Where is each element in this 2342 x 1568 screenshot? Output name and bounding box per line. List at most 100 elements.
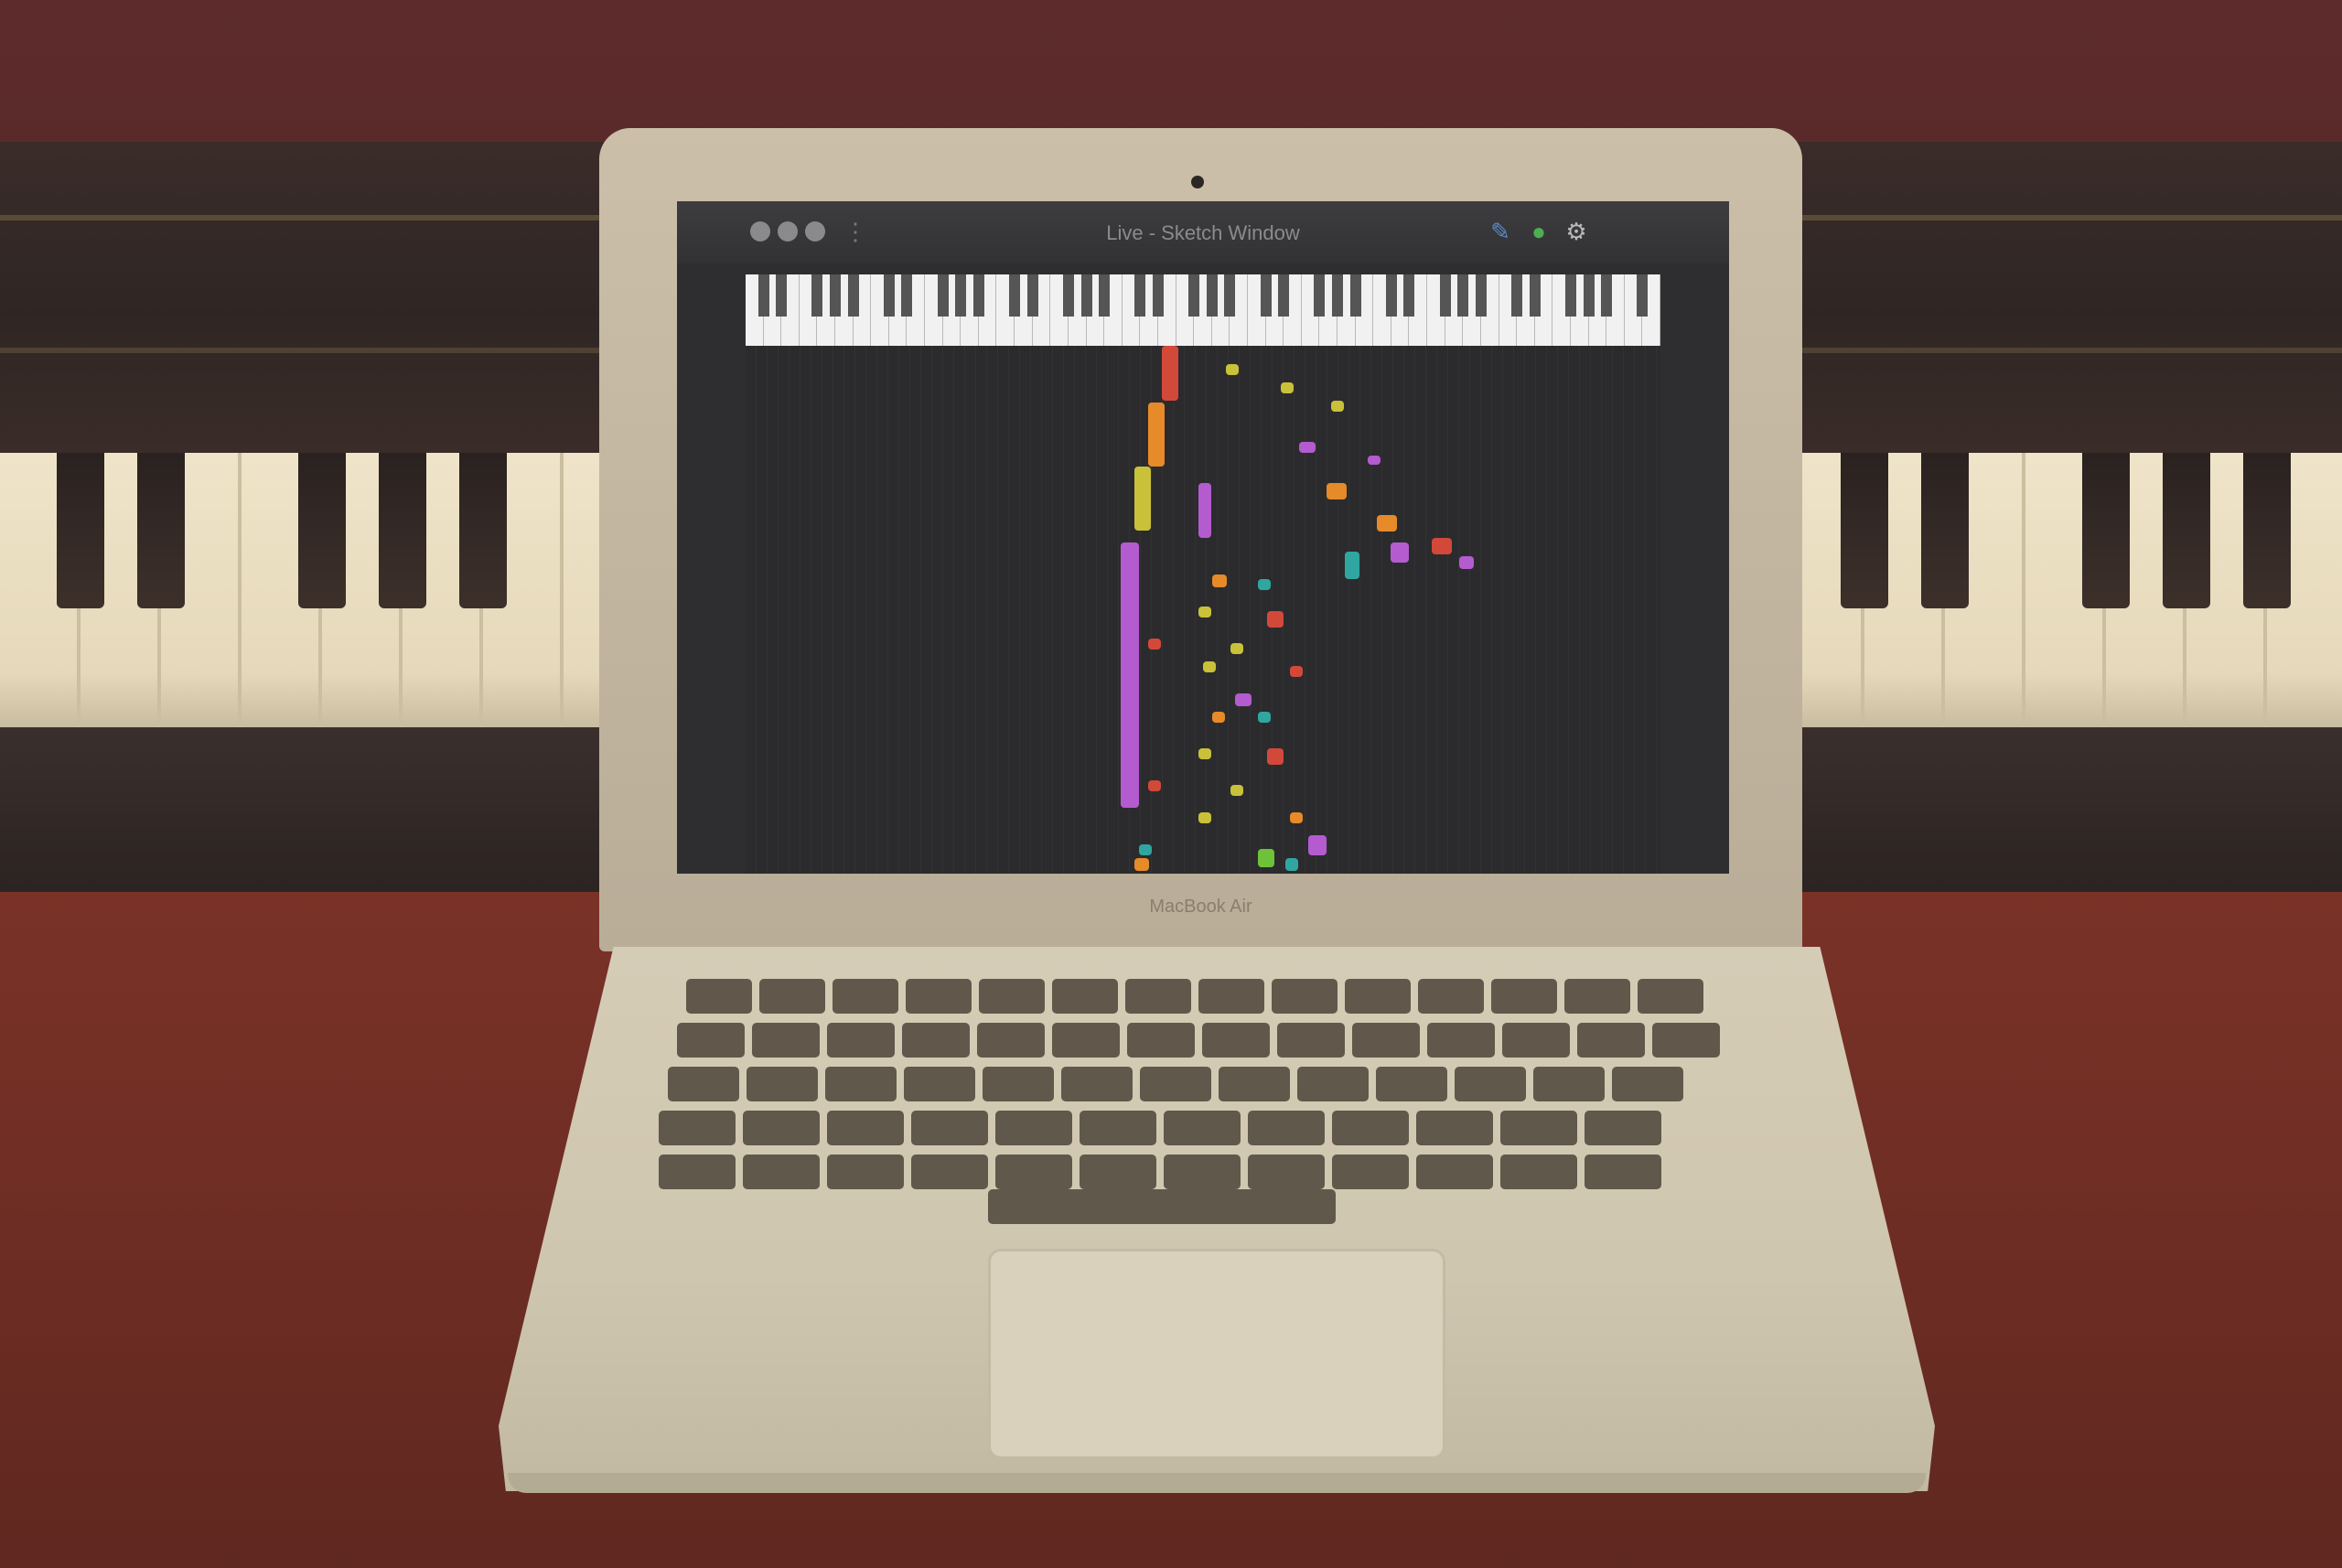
virtual-black-key[interactable] <box>1439 274 1451 317</box>
virtual-black-key[interactable] <box>1188 274 1200 317</box>
keyboard-key[interactable] <box>995 1155 1072 1189</box>
keyboard-key[interactable] <box>1491 979 1557 1014</box>
virtual-black-key[interactable] <box>937 274 949 317</box>
keyboard-key[interactable] <box>752 1023 820 1058</box>
virtual-black-key[interactable] <box>972 274 984 317</box>
virtual-black-key[interactable] <box>1403 274 1415 317</box>
keyboard-key[interactable] <box>747 1067 818 1101</box>
keyboard-key[interactable] <box>906 979 972 1014</box>
keyboard-key[interactable] <box>743 1111 820 1145</box>
keyboard-key[interactable] <box>1202 1023 1270 1058</box>
keyboard-key[interactable] <box>1125 979 1191 1014</box>
share-icon[interactable]: ✎ <box>1487 218 1514 245</box>
keyboard-key[interactable] <box>1164 1155 1241 1189</box>
keyboard-key[interactable] <box>1164 1111 1241 1145</box>
keyboard-key[interactable] <box>1427 1023 1495 1058</box>
keyboard-key[interactable] <box>911 1111 988 1145</box>
virtual-black-key[interactable] <box>883 274 895 317</box>
settings-icon[interactable]: ⚙ <box>1563 218 1590 245</box>
virtual-black-key[interactable] <box>811 274 823 317</box>
virtual-black-key[interactable] <box>1134 274 1146 317</box>
virtual-black-key[interactable] <box>1583 274 1595 317</box>
keyboard-key[interactable] <box>902 1023 970 1058</box>
virtual-black-key[interactable] <box>1206 274 1218 317</box>
keyboard-key[interactable] <box>686 979 752 1014</box>
keyboard-key[interactable] <box>1500 1111 1577 1145</box>
keyboard-key[interactable] <box>827 1155 904 1189</box>
record-icon[interactable]: ● <box>1525 218 1552 245</box>
virtual-piano-keyboard[interactable] <box>746 274 1660 346</box>
virtual-black-key[interactable] <box>1601 274 1613 317</box>
keyboard-key[interactable] <box>977 1023 1045 1058</box>
virtual-black-key[interactable] <box>1385 274 1397 317</box>
keyboard-key[interactable] <box>743 1155 820 1189</box>
virtual-black-key[interactable] <box>1475 274 1487 317</box>
virtual-black-key[interactable] <box>1349 274 1361 317</box>
keyboard-key[interactable] <box>1416 1155 1493 1189</box>
virtual-black-key[interactable] <box>830 274 842 317</box>
virtual-black-key[interactable] <box>776 274 788 317</box>
keyboard-key[interactable] <box>1585 1155 1661 1189</box>
virtual-black-key[interactable] <box>1637 274 1649 317</box>
virtual-black-key[interactable] <box>1529 274 1541 317</box>
virtual-black-key[interactable] <box>1511 274 1523 317</box>
virtual-black-key[interactable] <box>1009 274 1021 317</box>
keyboard-key[interactable] <box>1638 979 1703 1014</box>
virtual-black-key[interactable] <box>1224 274 1236 317</box>
keyboard-key[interactable] <box>833 979 898 1014</box>
keyboard-key[interactable] <box>659 1111 736 1145</box>
keyboard-key[interactable] <box>1332 1111 1409 1145</box>
keyboard-key[interactable] <box>1500 1155 1577 1189</box>
keyboard-key[interactable] <box>1127 1023 1195 1058</box>
keyboard-key[interactable] <box>1612 1067 1683 1101</box>
keyboard-key[interactable] <box>1577 1023 1645 1058</box>
keyboard-key[interactable] <box>1455 1067 1526 1101</box>
keyboard-key[interactable] <box>1352 1023 1420 1058</box>
keyboard-key[interactable] <box>1533 1067 1605 1101</box>
virtual-black-key[interactable] <box>1099 274 1111 317</box>
keyboard-key[interactable] <box>825 1067 897 1101</box>
keyboard-key[interactable] <box>979 979 1045 1014</box>
keyboard-key[interactable] <box>1418 979 1484 1014</box>
keyboard-key[interactable] <box>759 979 825 1014</box>
keyboard-key[interactable] <box>1272 979 1338 1014</box>
keyboard-key[interactable] <box>1332 1155 1409 1189</box>
keyboard-key[interactable] <box>1052 979 1118 1014</box>
keyboard-key[interactable] <box>1140 1067 1211 1101</box>
virtual-black-key[interactable] <box>1564 274 1576 317</box>
virtual-black-key[interactable] <box>1457 274 1469 317</box>
virtual-black-key[interactable] <box>1332 274 1344 317</box>
virtual-black-key[interactable] <box>901 274 913 317</box>
keyboard-key[interactable] <box>827 1023 895 1058</box>
laptop-keyboard[interactable] <box>659 979 1766 1226</box>
keyboard-key[interactable] <box>1297 1067 1369 1101</box>
virtual-black-key[interactable] <box>1152 274 1164 317</box>
keyboard-key[interactable] <box>1061 1067 1133 1101</box>
virtual-black-key[interactable] <box>1260 274 1272 317</box>
virtual-black-key[interactable] <box>1278 274 1290 317</box>
keyboard-key[interactable] <box>1219 1067 1290 1101</box>
keyboard-key[interactable] <box>904 1067 975 1101</box>
keyboard-key[interactable] <box>1080 1155 1156 1189</box>
keyboard-key[interactable] <box>668 1067 739 1101</box>
spacebar-key[interactable] <box>988 1189 1336 1224</box>
virtual-black-key[interactable] <box>847 274 859 317</box>
keyboard-key[interactable] <box>1564 979 1630 1014</box>
keyboard-key[interactable] <box>1376 1067 1447 1101</box>
virtual-black-key[interactable] <box>1314 274 1326 317</box>
trackpad[interactable] <box>988 1249 1445 1459</box>
keyboard-key[interactable] <box>1198 979 1264 1014</box>
keyboard-key[interactable] <box>995 1111 1072 1145</box>
virtual-black-key[interactable] <box>757 274 769 317</box>
keyboard-key[interactable] <box>1585 1111 1661 1145</box>
virtual-black-key[interactable] <box>1062 274 1074 317</box>
keyboard-key[interactable] <box>1652 1023 1720 1058</box>
keyboard-key[interactable] <box>659 1155 736 1189</box>
keyboard-key[interactable] <box>1416 1111 1493 1145</box>
keyboard-key[interactable] <box>911 1155 988 1189</box>
keyboard-key[interactable] <box>1248 1155 1325 1189</box>
keyboard-key[interactable] <box>1052 1023 1120 1058</box>
keyboard-key[interactable] <box>1277 1023 1345 1058</box>
virtual-black-key[interactable] <box>1026 274 1038 317</box>
keyboard-key[interactable] <box>1502 1023 1570 1058</box>
